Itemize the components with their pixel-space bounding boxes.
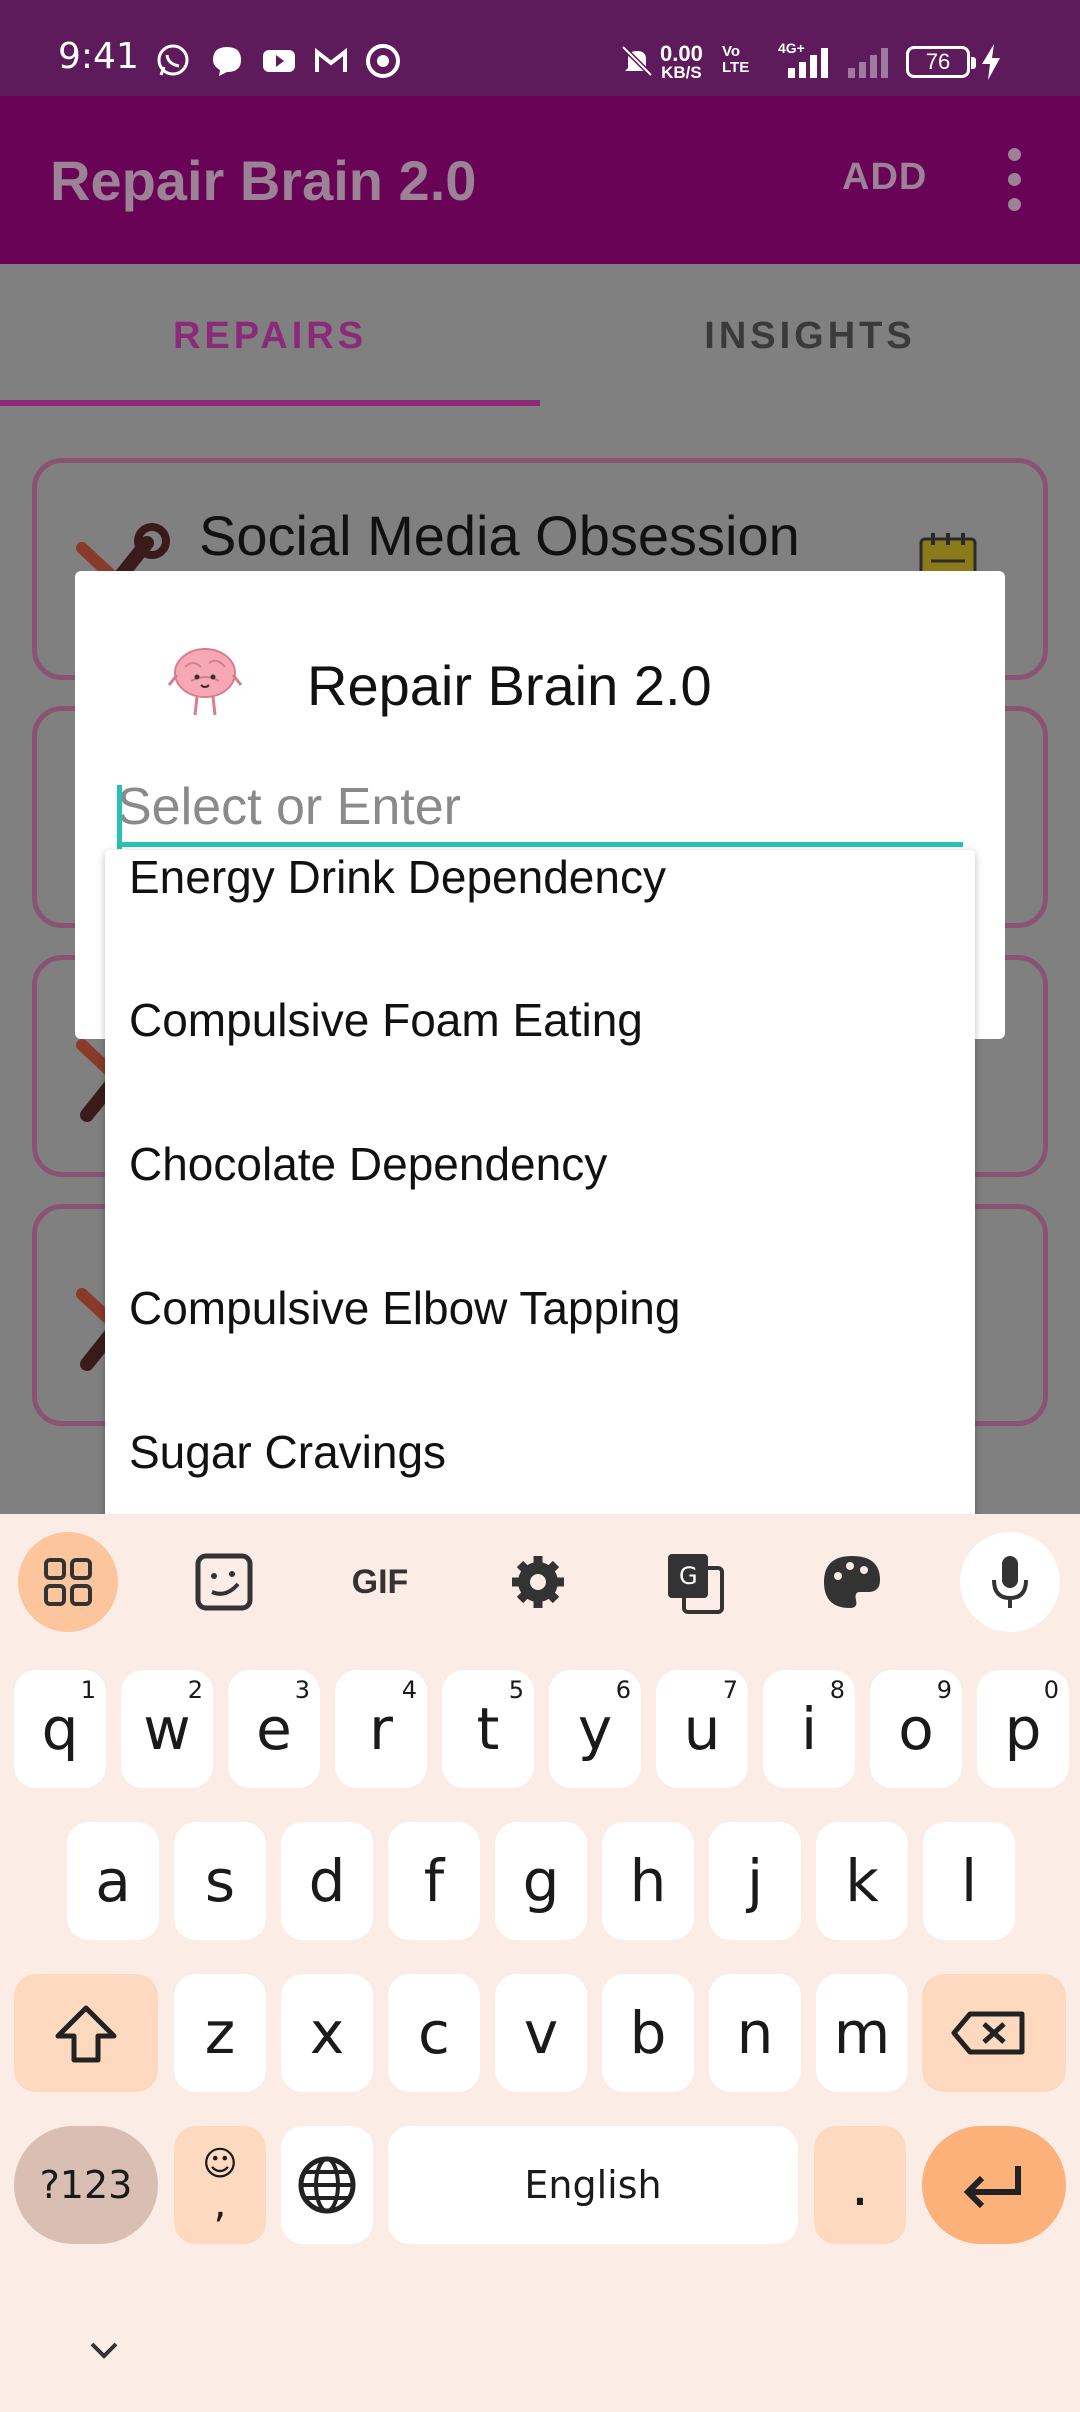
app-title: Repair Brain 2.0	[50, 149, 477, 212]
tab-insights[interactable]: INSIGHTS	[540, 264, 1080, 408]
key-g[interactable]: g	[495, 1822, 587, 1940]
shift-icon	[55, 2005, 117, 2063]
key-z[interactable]: z	[174, 1974, 266, 2092]
key-u[interactable]: u7	[656, 1670, 748, 1788]
key-w[interactable]: w2	[121, 1670, 213, 1788]
suggestion-item[interactable]: Compulsive Elbow Tapping	[129, 1281, 680, 1335]
gif-button[interactable]: GIF	[330, 1532, 430, 1632]
enter-icon	[963, 2166, 1021, 2209]
key-c[interactable]: c	[388, 1974, 480, 2092]
shift-key[interactable]	[14, 1974, 158, 2092]
suggestion-item[interactable]: Compulsive Foam Eating	[129, 993, 643, 1047]
space-key[interactable]: English	[388, 2126, 798, 2244]
whatsapp-icon	[157, 44, 189, 76]
key-p[interactable]: p0	[977, 1670, 1069, 1788]
select-or-enter-input[interactable]	[117, 771, 963, 847]
overflow-menu-icon[interactable]	[1002, 148, 1026, 212]
brain-icon	[167, 648, 243, 716]
key-h[interactable]: h	[602, 1822, 694, 1940]
sticker-icon[interactable]	[174, 1532, 274, 1632]
volte-indicator: Vo LTE	[722, 43, 750, 76]
backspace-icon	[951, 2011, 1025, 2055]
settings-icon[interactable]	[488, 1532, 588, 1632]
period-key[interactable]: .	[814, 2126, 906, 2244]
suggestion-item[interactable]: Energy Drink Dependency	[129, 850, 666, 904]
emoji-comma-key[interactable]: ☺,	[174, 2126, 266, 2244]
enter-key[interactable]	[922, 2126, 1066, 2244]
mic-icon[interactable]	[960, 1532, 1060, 1632]
key-v[interactable]: v	[495, 1974, 587, 2092]
status-bar: 9:41 0.00 KB/S Vo LTE 4G+ 76	[0, 0, 1080, 96]
key-b[interactable]: b	[602, 1974, 694, 2092]
translate-icon[interactable]: G	[644, 1532, 744, 1632]
palette-icon[interactable]	[802, 1532, 902, 1632]
chrome-icon	[366, 44, 400, 78]
key-o[interactable]: o9	[870, 1670, 962, 1788]
dialog-title: Repair Brain 2.0	[307, 654, 712, 717]
key-d[interactable]: d	[281, 1822, 373, 1940]
key-i[interactable]: i8	[763, 1670, 855, 1788]
suggestion-item[interactable]: Chocolate Dependency	[129, 1137, 607, 1191]
suggestion-item[interactable]: Sugar Cravings	[129, 1425, 446, 1479]
backspace-key[interactable]	[922, 1974, 1066, 2092]
signal-sim2-icon	[848, 48, 888, 78]
symbols-key[interactable]: ?123	[14, 2126, 158, 2244]
messenger-icon	[213, 47, 241, 76]
gmail-icon	[315, 47, 347, 72]
key-n[interactable]: n	[709, 1974, 801, 2092]
tab-repairs[interactable]: REPAIRS	[0, 264, 540, 408]
key-t[interactable]: t5	[442, 1670, 534, 1788]
key-j[interactable]: j	[709, 1822, 801, 1940]
key-l[interactable]: l	[923, 1822, 1015, 1940]
key-k[interactable]: k	[816, 1822, 908, 1940]
globe-icon	[298, 2156, 356, 2214]
youtube-icon	[263, 50, 295, 72]
key-q[interactable]: q1	[14, 1670, 106, 1788]
soft-keyboard: GIF G q1 w2 e3 r4 t5 y6 u7 i8 o9 p0 a s …	[0, 1514, 1080, 2412]
mute-notifications-icon	[621, 45, 653, 77]
keyboard-collapse-icon[interactable]	[86, 2332, 122, 2368]
key-x[interactable]: x	[281, 1974, 373, 2092]
key-a[interactable]: a	[67, 1822, 159, 1940]
key-e[interactable]: e3	[228, 1670, 320, 1788]
apps-icon[interactable]	[18, 1532, 118, 1632]
key-r[interactable]: r4	[335, 1670, 427, 1788]
status-time: 9:41	[58, 36, 139, 77]
key-m[interactable]: m	[816, 1974, 908, 2092]
app-bar: Repair Brain 2.0 ADD	[0, 96, 1080, 264]
key-y[interactable]: y6	[549, 1670, 641, 1788]
battery-indicator: 76	[906, 46, 976, 78]
charging-icon	[982, 44, 1000, 80]
signal-icon	[788, 48, 828, 78]
suggestion-dropdown: Energy Drink Dependency Compulsive Foam …	[105, 850, 975, 1514]
svg-text:G: G	[679, 1562, 698, 1590]
add-button[interactable]: ADD	[842, 156, 927, 199]
text-cursor	[117, 785, 122, 849]
key-s[interactable]: s	[174, 1822, 266, 1940]
tab-indicator	[0, 400, 540, 406]
repair-card-title: Social Media Obsession	[199, 504, 800, 567]
key-f[interactable]: f	[388, 1822, 480, 1940]
tab-bar: REPAIRS INSIGHTS	[0, 264, 1080, 408]
net-speed: 0.00 KB/S	[660, 41, 703, 82]
language-key[interactable]	[281, 2126, 373, 2244]
